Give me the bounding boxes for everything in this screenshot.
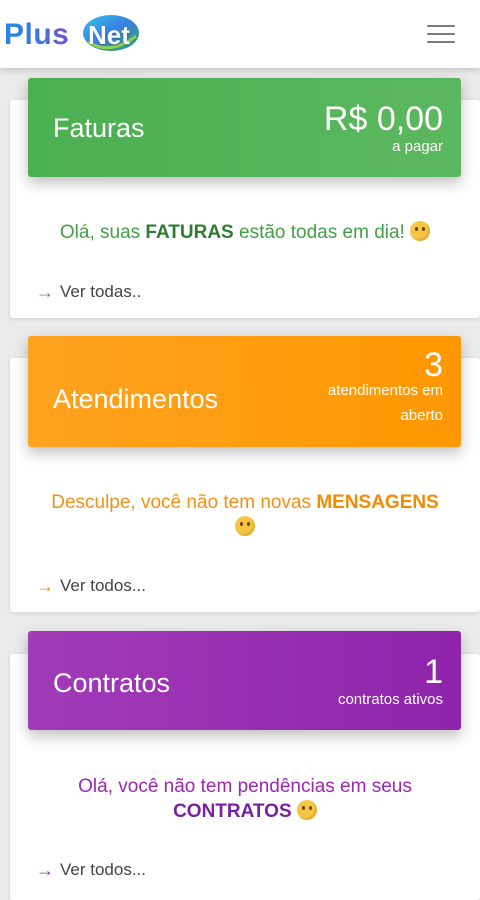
atendimentos-value-label-line1: atendimentos em (327, 382, 443, 399)
faturas-message: Olá, suas FATURAS estão todas em dia! (10, 220, 480, 245)
hamburger-menu-icon[interactable] (424, 21, 458, 47)
faturas-message-highlight: FATURAS (145, 222, 234, 243)
atendimentos-message: Desculpe, você não tem novas MENSAGENS (10, 490, 480, 540)
contratos-message-highlight: CONTRATOS (173, 801, 292, 822)
grin-emoji-icon (296, 800, 317, 820)
logo-text-net: Net (88, 20, 130, 50)
faturas-title: Faturas (53, 113, 145, 143)
contratos-title: Contratos (53, 668, 171, 698)
confused-emoji-icon (235, 516, 255, 536)
arrow-right-icon: → (36, 576, 54, 596)
atendimentos-message-highlight: MENSAGENS (316, 492, 439, 513)
faturas-value-label: a pagar (392, 138, 443, 155)
contratos-message: Olá, você não tem pendências em seus CON… (78, 776, 412, 822)
contratos-see-all-link[interactable]: → Ver todos... (36, 860, 146, 880)
arrow-right-icon: → (36, 282, 54, 302)
contratos-value-label: contratos ativos (337, 691, 443, 708)
top-bar: Plus Net (0, 0, 480, 68)
faturas-header[interactable]: Faturas R$ 0,00 a pagar (28, 78, 461, 177)
contratos-header[interactable]: Contratos 1 contratos ativos (28, 631, 461, 730)
wink-emoji-icon (410, 221, 431, 241)
arrow-right-icon: → (36, 860, 54, 880)
atendimentos-header[interactable]: Atendimentos 3 atendimentos em aberto (28, 336, 461, 447)
logo-text-plus: Plus (4, 18, 70, 51)
faturas-see-all-link[interactable]: → Ver todas.. (36, 282, 141, 302)
atendimentos-see-all-link[interactable]: → Ver todos... (36, 576, 146, 596)
atendimentos-value-label-line2: aberto (400, 407, 443, 424)
atendimentos-title: Atendimentos (53, 384, 219, 414)
plusnet-logo[interactable]: Plus Net (4, 10, 144, 54)
